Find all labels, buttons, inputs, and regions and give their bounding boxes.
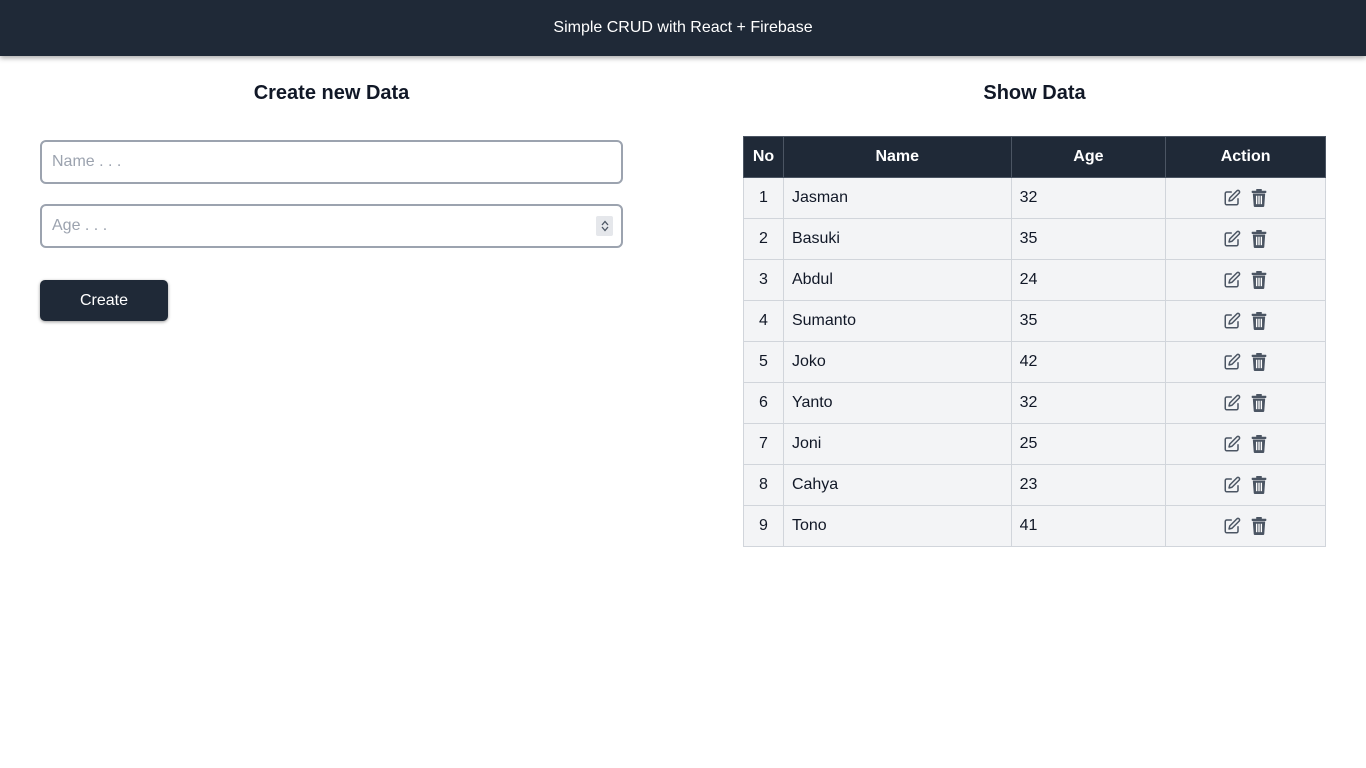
row-actions [1165,218,1326,260]
row-actions [1165,464,1326,506]
chevron-down-icon[interactable] [601,226,609,232]
row-name: Joko [782,341,1012,383]
row-actions [1165,259,1326,301]
action-group [1174,476,1317,494]
column-header-no: No [743,136,784,178]
row-age: 32 [1010,177,1167,219]
trash-icon[interactable] [1251,312,1269,330]
create-panel: Create new Data Create [40,56,623,321]
create-title: Create new Data [253,82,410,104]
row-actions [1165,341,1326,383]
edit-icon[interactable] [1223,394,1241,412]
action-group [1174,312,1317,330]
table-row: 4 Sumanto 35 [743,300,1326,342]
row-age: 42 [1010,341,1167,383]
edit-icon[interactable] [1223,230,1241,248]
navbar: Simple CRUD with React + Firebase [0,0,1366,56]
edit-icon[interactable] [1223,271,1241,289]
row-age: 24 [1010,259,1167,301]
edit-icon[interactable] [1223,189,1241,207]
row-age: 23 [1010,464,1167,506]
row-age: 35 [1010,218,1167,260]
row-actions [1165,300,1326,342]
row-number: 2 [743,218,784,260]
table-row: 3 Abdul 24 [743,259,1326,301]
age-field [40,204,623,248]
column-header-name: Name [782,136,1012,178]
row-name: Abdul [782,259,1012,301]
action-group [1174,189,1317,207]
table-row: 7 Joni 25 [743,423,1326,465]
action-group [1174,230,1317,248]
age-input[interactable] [40,204,623,248]
row-name: Yanto [782,382,1012,424]
row-actions [1165,177,1326,219]
edit-icon[interactable] [1223,353,1241,371]
trash-icon[interactable] [1251,435,1269,453]
table-row: 6 Yanto 32 [743,382,1326,424]
action-group [1174,353,1317,371]
row-actions [1165,423,1326,465]
table-header-row: No Name Age Action [743,136,1326,178]
table-row: 5 Joko 42 [743,341,1326,383]
trash-icon[interactable] [1251,230,1269,248]
row-number: 5 [743,341,784,383]
action-group [1174,271,1317,289]
trash-icon[interactable] [1251,189,1269,207]
row-age: 32 [1010,382,1167,424]
data-table: No Name Age Action 1 Jasman 32 2 Basuki 35 3 Ab… [743,136,1326,547]
trash-icon[interactable] [1251,476,1269,494]
action-group [1174,394,1317,412]
row-actions [1165,382,1326,424]
edit-icon[interactable] [1223,435,1241,453]
row-name: Jasman [782,177,1012,219]
column-header-action: Action [1165,136,1326,178]
table-row: 8 Cahya 23 [743,464,1326,506]
row-number: 3 [743,259,784,301]
action-group [1174,517,1317,535]
create-button[interactable]: Create [40,280,168,321]
row-age: 25 [1010,423,1167,465]
row-number: 8 [743,464,784,506]
row-name: Joni [782,423,1012,465]
table-row: 1 Jasman 32 [743,177,1326,219]
edit-icon[interactable] [1223,312,1241,330]
trash-icon[interactable] [1251,394,1269,412]
row-number: 9 [743,505,784,547]
row-number: 6 [743,382,784,424]
column-header-age: Age [1010,136,1167,178]
app-title: Simple CRUD with React + Firebase [553,19,813,36]
edit-icon[interactable] [1223,476,1241,494]
table-row: 2 Basuki 35 [743,218,1326,260]
row-number: 1 [743,177,784,219]
row-name: Cahya [782,464,1012,506]
table-row: 9 Tono 41 [743,505,1326,547]
row-name: Basuki [782,218,1012,260]
edit-icon[interactable] [1223,517,1241,535]
show-panel: Show Data No Name Age Action 1 Jasman 32 2 B… [743,56,1326,547]
show-title: Show Data [983,82,1086,104]
row-age: 35 [1010,300,1167,342]
row-age: 41 [1010,505,1167,547]
name-input[interactable] [40,140,623,184]
action-group [1174,435,1317,453]
row-actions [1165,505,1326,547]
row-name: Tono [782,505,1012,547]
age-stepper[interactable] [596,216,613,236]
trash-icon[interactable] [1251,271,1269,289]
trash-icon[interactable] [1251,353,1269,371]
trash-icon[interactable] [1251,517,1269,535]
row-number: 7 [743,423,784,465]
row-number: 4 [743,300,784,342]
row-name: Sumanto [782,300,1012,342]
